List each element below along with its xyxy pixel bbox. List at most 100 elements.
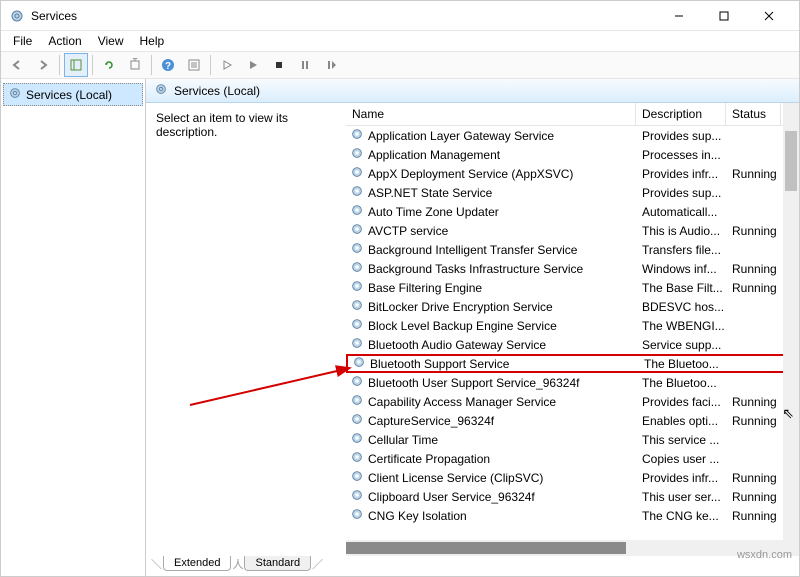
service-row[interactable]: CNG Key IsolationThe CNG ke...Running [346,506,799,525]
service-name: Application Layer Gateway Service [368,129,554,143]
service-row[interactable]: Background Tasks Infrastructure ServiceW… [346,259,799,278]
menu-action[interactable]: Action [40,32,89,50]
service-row[interactable]: Capability Access Manager ServiceProvide… [346,392,799,411]
minimize-button[interactable] [656,1,701,30]
service-status: Running [726,224,781,238]
gear-icon [350,412,364,429]
service-row[interactable]: Application Layer Gateway ServiceProvide… [346,126,799,145]
close-button[interactable] [746,1,791,30]
titlebar: Services [1,1,799,31]
service-row[interactable]: Base Filtering EngineThe Base Filt...Run… [346,278,799,297]
tree-panel: Services (Local) [1,79,146,576]
gear-icon [350,469,364,486]
app-icon [9,8,25,24]
service-row[interactable]: AVCTP serviceThis is Audio...Running [346,221,799,240]
service-row[interactable]: Bluetooth Audio Gateway Service Service s… [346,335,799,354]
properties-button[interactable] [182,53,206,77]
vertical-scrollbar[interactable] [783,103,799,556]
tab-standard[interactable]: Standard [244,556,311,571]
service-row[interactable]: Bluetooth User Support Service_96324f The… [346,373,799,392]
service-row[interactable]: Auto Time Zone UpdaterAutomaticall... [346,202,799,221]
col-header-status[interactable]: Status [726,103,781,125]
content-header-label: Services (Local) [174,84,260,98]
view-tabs: ＼ Extended 人 Standard ／ [146,556,799,576]
window-title: Services [31,9,656,23]
service-description: Copies user ... [636,452,726,466]
gear-icon [8,86,22,103]
service-status: Running [726,509,781,523]
service-row[interactable]: ASP.NET State ServiceProvides sup... [346,183,799,202]
service-row[interactable]: Background Intelligent Transfer Service T… [346,240,799,259]
tree-item-services-local[interactable]: Services (Local) [3,83,143,106]
menu-help[interactable]: Help [132,32,173,50]
gear-icon [350,146,364,163]
service-row[interactable]: AppX Deployment Service (AppXSVC)Provide… [346,164,799,183]
col-header-description[interactable]: Description [636,103,726,125]
service-row[interactable]: Cellular TimeThis service ... [346,430,799,449]
service-row[interactable]: Bluetooth Support ServiceThe Bluetoo... [346,354,799,373]
service-description: Provides infr... [636,167,726,181]
service-row[interactable]: Client License Service (ClipSVC)Provides… [346,468,799,487]
start-button[interactable] [215,53,239,77]
pause-button[interactable] [293,53,317,77]
gear-icon [350,279,364,296]
service-description: Provides faci... [636,395,726,409]
show-hide-tree-button[interactable] [64,53,88,77]
stop-button[interactable] [267,53,291,77]
service-description: The Bluetoo... [638,357,728,371]
service-description: BDESVC hos... [636,300,726,314]
service-description: Enables opti... [636,414,726,428]
restart-button[interactable] [319,53,343,77]
service-status: Running [726,395,781,409]
list-header: Name Description Status [346,103,799,126]
service-row[interactable]: BitLocker Drive Encryption Service BDESVC… [346,297,799,316]
svg-text:?: ? [165,61,171,72]
gear-icon [350,317,364,334]
gear-icon [350,203,364,220]
service-description: Provides infr... [636,471,726,485]
maximize-button[interactable] [701,1,746,30]
service-status: Running [726,471,781,485]
services-list[interactable]: Application Layer Gateway Service Provide… [346,126,799,540]
service-row[interactable]: CaptureService_96324fEnables opti...Runn… [346,411,799,430]
service-name: AVCTP service [368,224,448,238]
service-status: Running [726,490,781,504]
service-description: The CNG ke... [636,509,726,523]
service-description: The Base Filt... [636,281,726,295]
cursor-icon: ⇖ [782,405,794,422]
service-status: Running [726,167,781,181]
service-name: BitLocker Drive Encryption Service [368,300,553,314]
toolbar: ? [1,51,799,79]
back-button[interactable] [5,53,29,77]
forward-button[interactable] [31,53,55,77]
col-header-name[interactable]: Name [346,103,636,125]
tab-extended[interactable]: Extended [163,556,231,571]
menu-view[interactable]: View [90,32,132,50]
help-button[interactable]: ? [156,53,180,77]
service-row[interactable]: Application ManagementProcesses in... [346,145,799,164]
service-name: Background Intelligent Transfer Service [368,243,577,257]
service-name: Base Filtering Engine [368,281,482,295]
service-row[interactable]: Certificate PropagationCopies user ... [346,449,799,468]
gear-icon [350,450,364,467]
gear-icon [350,507,364,524]
gear-icon [352,355,366,372]
gear-icon [350,127,364,144]
watermark: wsxdn.com [737,549,792,561]
service-description: Transfers file... [636,243,726,257]
export-button[interactable] [123,53,147,77]
service-name: Bluetooth User Support Service_96324f [368,376,579,390]
menu-file[interactable]: File [5,32,40,50]
play-button[interactable] [241,53,265,77]
service-description: The Bluetoo... [636,376,726,390]
service-row[interactable]: Clipboard User Service_96324fThis user s… [346,487,799,506]
gear-icon [350,431,364,448]
refresh-button[interactable] [97,53,121,77]
service-name: Bluetooth Audio Gateway Service [368,338,546,352]
service-description: Service supp... [636,338,726,352]
service-name: Cellular Time [368,433,438,447]
service-row[interactable]: Block Level Backup Engine ServiceThe WBE… [346,316,799,335]
gear-icon [350,374,364,391]
gear-icon [350,184,364,201]
horizontal-scrollbar[interactable] [346,540,799,556]
